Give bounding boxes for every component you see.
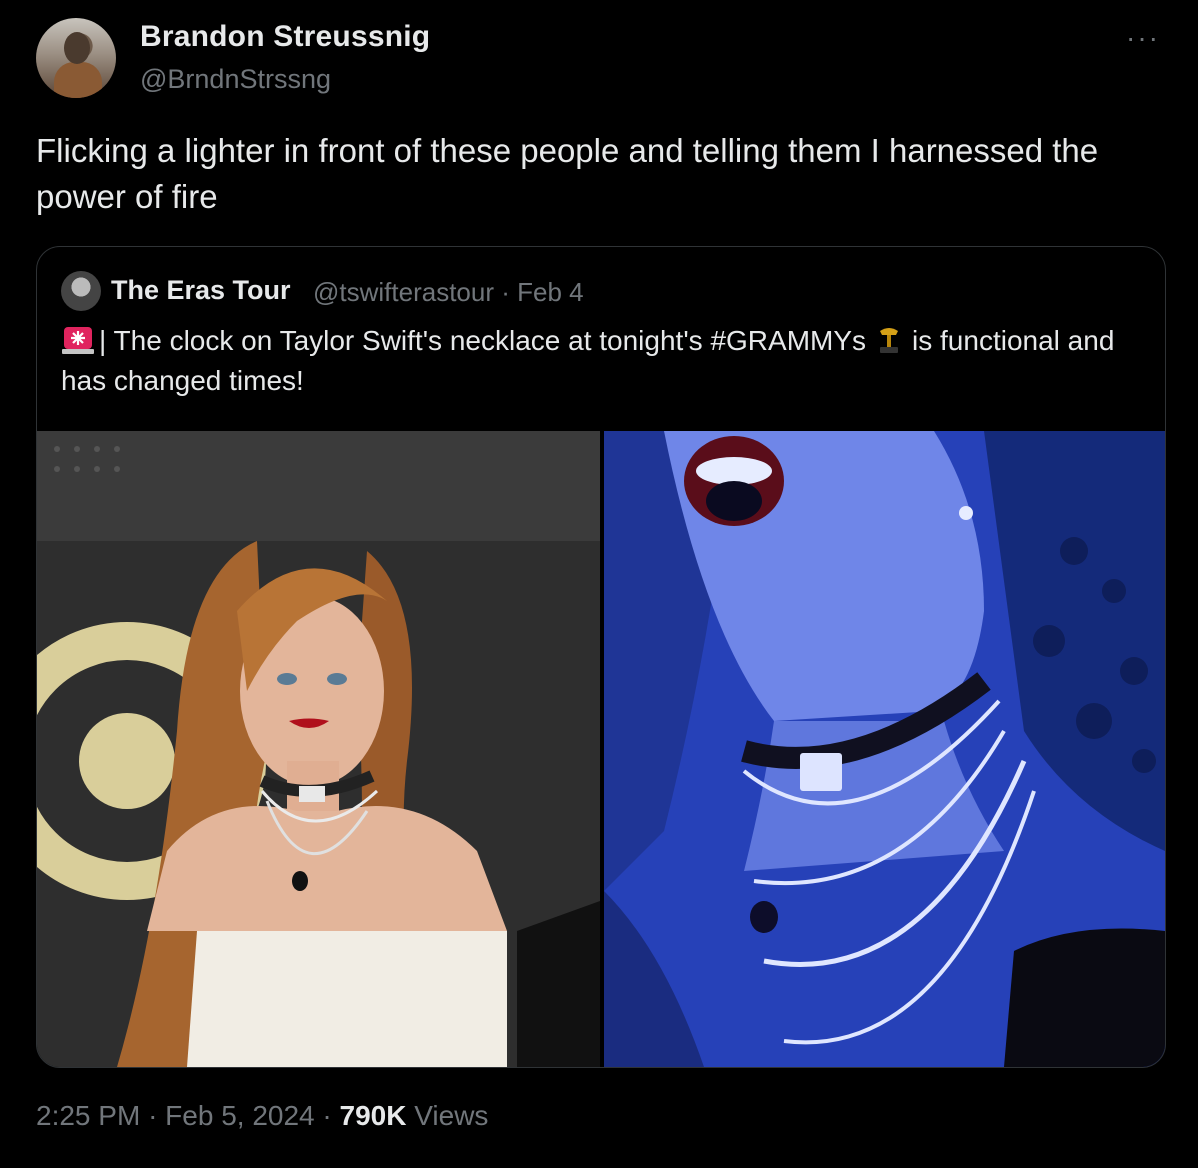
views-label: Views	[414, 1100, 489, 1131]
footer-separator: ·	[322, 1100, 332, 1131]
tweet-text: Flicking a lighter in front of these peo…	[36, 132, 1099, 215]
author-name[interactable]: Brandon Streussnig	[140, 20, 430, 54]
quoted-media[interactable]	[37, 431, 1165, 1067]
broadcast-closeup-illustration	[604, 431, 1165, 1067]
quoted-text-part1: | The clock on Taylor Swift's necklace a…	[99, 325, 867, 356]
author-handle[interactable]: @BrndnStrssng	[140, 64, 331, 95]
quoted-date: Feb 4	[517, 277, 584, 307]
quoted-tweet-card[interactable]: The Eras Tour @tswifterastour · Feb 4 | …	[36, 246, 1166, 1068]
footer-separator: ·	[148, 1100, 158, 1131]
red-carpet-illustration	[37, 431, 600, 1067]
views-count: 790K	[339, 1100, 407, 1131]
quoted-meta: @tswifterastour · Feb 4	[313, 277, 584, 308]
tweet-time[interactable]: 2:25 PM	[36, 1100, 140, 1131]
photo-broadcast-closeup[interactable]	[604, 431, 1165, 1067]
quoted-author-name: The Eras Tour	[111, 275, 291, 305]
avatar-figure-body	[54, 62, 102, 98]
photo-red-carpet[interactable]	[37, 431, 600, 1067]
author-avatar[interactable]	[36, 18, 116, 98]
avatar-figure-head	[64, 32, 90, 64]
more-options-icon[interactable]: ···	[1126, 22, 1160, 54]
quoted-tweet-text: | The clock on Taylor Swift's necklace a…	[61, 321, 1141, 401]
tweet-date[interactable]: Feb 5, 2024	[165, 1100, 314, 1131]
quoted-author-avatar	[61, 271, 101, 311]
trophy-emoji-icon	[880, 328, 899, 353]
quoted-author-handle: @tswifterastour	[313, 277, 494, 307]
tweet-footer: 2:25 PM · Feb 5, 2024 · 790K Views	[36, 1100, 488, 1132]
siren-emoji-icon	[62, 327, 94, 354]
quoted-separator: ·	[501, 277, 510, 307]
